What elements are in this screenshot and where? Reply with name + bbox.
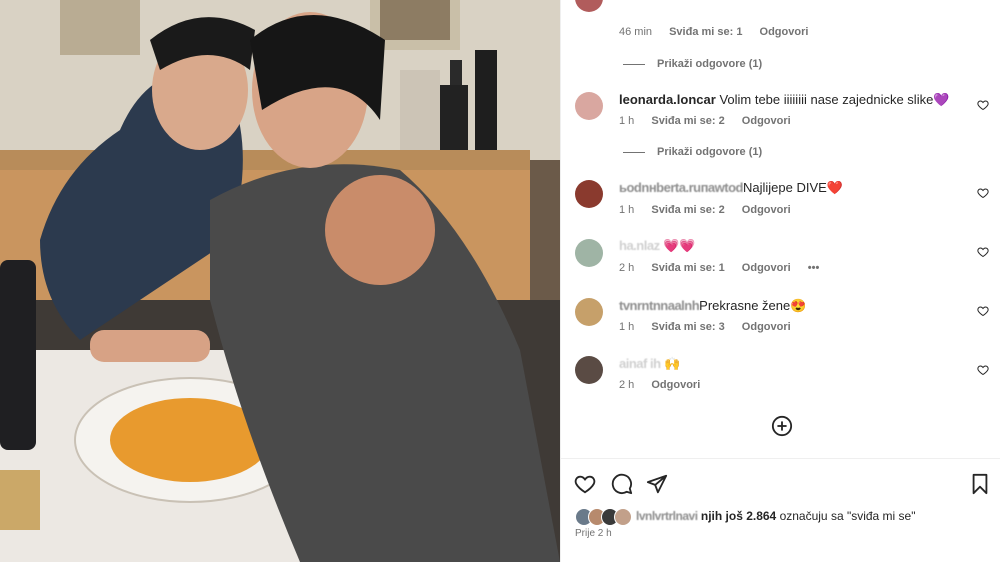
comment-icon[interactable] [611,473,633,495]
comment-text: ainaf ih 🙌 [619,356,681,371]
view-replies[interactable]: Prikaži odgovore (1) [623,58,762,70]
heart-icon[interactable] [977,305,989,317]
reply-link[interactable]: Odgovori [742,204,791,216]
heart-icon[interactable] [977,99,989,111]
reply-link[interactable]: Odgovori [742,321,791,333]
user-avatar[interactable] [575,298,603,326]
action-bar [561,458,1000,495]
user-avatar[interactable] [575,0,603,12]
heart-icon[interactable] [574,473,596,495]
comment-username[interactable]: ьоdnнbеrtа.ruпаwtоd [619,180,743,195]
comment-meta: 1 h Sviđa mi se: 3 Odgovori [619,321,791,333]
comment-meta: 2 h Sviđa mi se: 1 Odgovori ••• [619,262,820,274]
reply-link[interactable]: Odgovori [651,379,700,391]
plus-circle-icon[interactable] [771,415,793,437]
comment-username[interactable]: leonarda.loncar [619,92,716,107]
likes-summary[interactable]: lvnlvrtrlnavi njih još 2.864 označuju sa… [575,508,915,526]
comment-meta: 46 min Sviđa mi se: 1 Odgovori [619,26,822,38]
comment-username[interactable]: tvnrntnnaalnh [619,298,700,313]
like-count[interactable]: Sviđa mi se: 1 [651,262,724,274]
heart-icon[interactable] [977,246,989,258]
reply-link[interactable]: Odgovori [742,115,791,127]
comment-text: ha.nlaz 💗💗 [619,238,696,253]
user-avatar[interactable] [575,92,603,120]
comment-meta: 1 h Sviđa mi se: 2 Odgovori [619,115,791,127]
comment-meta: 1 h Sviđa mi se: 2 Odgovori [619,204,791,216]
comment-text: tvnrntnnaalnhPrekrasne žene😍 [619,298,807,313]
liker-avatars [575,508,632,526]
view-replies[interactable]: Prikaži odgovore (1) [623,146,762,158]
more-options-icon[interactable]: ••• [808,262,820,274]
heart-icon[interactable] [977,364,989,376]
user-avatar[interactable] [575,180,603,208]
user-avatar[interactable] [575,356,603,384]
bookmark-icon[interactable] [969,473,991,495]
reply-link[interactable]: Odgovori [742,262,791,274]
like-count[interactable]: Sviđa mi se: 2 [651,115,724,127]
heart-icon[interactable] [977,187,989,199]
user-avatar[interactable] [575,239,603,267]
like-count[interactable]: Sviđa mi se: 3 [651,321,724,333]
comment-text: ьоdnнbеrtа.ruпаwtоdNajlijepe DIVE❤️ [619,180,843,195]
comment-text: leonarda.loncar Volim tebe iiiiiiii nase… [619,92,950,107]
comment-time: 46 min [619,26,653,38]
post-time: Prije 2 h [575,528,612,539]
post-photo [0,0,560,562]
comment-username[interactable]: ha.nlaz [619,238,660,253]
like-count[interactable]: Sviđa mi se: 2 [651,204,724,216]
comment-username[interactable]: ainaf ih [619,356,661,371]
send-icon[interactable] [646,473,668,495]
like-count[interactable]: Sviđa mi se: 1 [669,26,742,38]
comment-meta: 2 h Odgovori [619,379,701,391]
comments-panel: 46 min Sviđa mi se: 1 Odgovori Prikaži o… [560,0,1000,562]
reply-link[interactable]: Odgovori [760,26,809,38]
